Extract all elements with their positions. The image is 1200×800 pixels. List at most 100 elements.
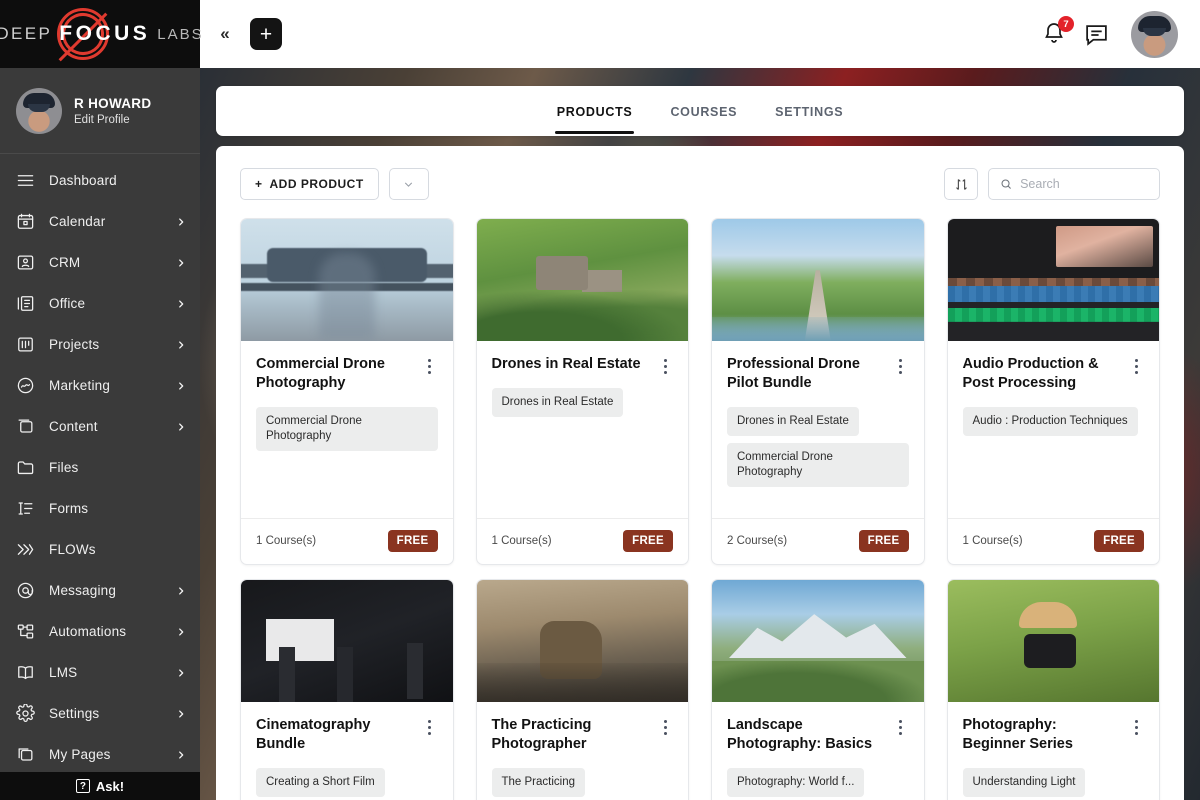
product-card-body: Landscape Photography: BasicsPhotography…	[712, 702, 924, 800]
sidebar-item-lms[interactable]: LMS	[0, 652, 200, 693]
sidebar: DEEP FOCUS LABS R HOWARD Edit Profile Da…	[0, 0, 200, 800]
products-toolbar: + ADD PRODUCT	[240, 168, 1160, 200]
product-menu-button[interactable]	[422, 357, 438, 375]
product-card[interactable]: Audio Production & Post ProcessingAudio …	[947, 218, 1161, 565]
product-tags: Creating a Short Film	[256, 768, 438, 797]
price-badge: FREE	[1094, 530, 1144, 552]
product-card[interactable]: The Practicing Photographer The Practicin…	[476, 579, 690, 800]
plus-icon: +	[255, 177, 263, 191]
calendar-icon	[16, 212, 35, 231]
forms-icon	[16, 499, 35, 518]
sidebar-item-label: Marketing	[49, 378, 162, 393]
product-card-body: Commercial Drone PhotographyCommercial D…	[241, 341, 453, 518]
sidebar-item-automations[interactable]: Automations	[0, 611, 200, 652]
sidebar-item-flows[interactable]: FLOWs	[0, 529, 200, 570]
add-product-dropdown-button[interactable]	[389, 168, 429, 200]
pages-icon	[16, 745, 35, 764]
product-card[interactable]: Cinematography Bundle Creating a Short Fi…	[240, 579, 454, 800]
sidebar-item-calendar[interactable]: Calendar	[0, 201, 200, 242]
product-tags: Commercial Drone Photography	[256, 407, 438, 451]
product-menu-button[interactable]	[422, 718, 438, 736]
product-card[interactable]: Professional Drone Pilot BundleDrones in…	[711, 218, 925, 565]
sidebar-item-forms[interactable]: Forms	[0, 488, 200, 529]
sidebar-item-dashboard[interactable]: Dashboard	[0, 160, 200, 201]
product-menu-button[interactable]	[893, 357, 909, 375]
sidebar-item-label: FLOWs	[49, 542, 186, 557]
main-area: « + 7 PRODUCTS COURSES SETTINGS	[200, 0, 1200, 800]
user-avatar[interactable]	[1131, 11, 1178, 58]
product-menu-button[interactable]	[1128, 357, 1144, 375]
sidebar-item-label: Settings	[49, 706, 162, 721]
product-card-body: The Practicing Photographer The Practicin…	[477, 702, 689, 800]
chevron-right-icon	[176, 340, 186, 350]
product-menu-button[interactable]	[893, 718, 909, 736]
product-card[interactable]: Commercial Drone PhotographyCommercial D…	[240, 218, 454, 565]
brand-logo[interactable]: DEEP FOCUS LABS	[0, 0, 200, 68]
chevron-right-icon	[176, 422, 186, 432]
product-tags: Photography: World f...	[727, 768, 909, 797]
sidebar-item-messaging[interactable]: Messaging	[0, 570, 200, 611]
product-card[interactable]: Landscape Photography: BasicsPhotography…	[711, 579, 925, 800]
sidebar-item-marketing[interactable]: Marketing	[0, 365, 200, 406]
product-card[interactable]: Drones in Real EstateDrones in Real Esta…	[476, 218, 690, 565]
tab-products[interactable]: PRODUCTS	[555, 89, 635, 133]
sidebar-item-my-pages[interactable]: My Pages	[0, 734, 200, 772]
sidebar-item-settings[interactable]: Settings	[0, 693, 200, 734]
sidebar-item-crm[interactable]: CRM	[0, 242, 200, 283]
course-count: 1 Course(s)	[256, 535, 316, 547]
search-box[interactable]	[988, 168, 1160, 200]
megaphone-icon	[16, 376, 35, 395]
edit-profile-link[interactable]: Edit Profile	[74, 114, 151, 126]
chevron-right-icon	[176, 299, 186, 309]
notification-badge: 7	[1058, 16, 1074, 32]
folder-icon	[16, 458, 35, 477]
product-card-header: The Practicing Photographer	[492, 716, 674, 755]
sidebar-item-label: CRM	[49, 255, 162, 270]
ask-button[interactable]: ? Ask!	[0, 772, 200, 800]
sidebar-item-files[interactable]: Files	[0, 447, 200, 488]
collapse-sidebar-icon[interactable]: «	[212, 21, 238, 47]
sidebar-item-office[interactable]: Office	[0, 283, 200, 324]
add-product-button[interactable]: + ADD PRODUCT	[240, 168, 379, 200]
product-title: Cinematography Bundle	[256, 716, 414, 755]
app-root: DEEP FOCUS LABS R HOWARD Edit Profile Da…	[0, 0, 1200, 800]
sidebar-profile[interactable]: R HOWARD Edit Profile	[0, 68, 200, 154]
sort-button[interactable]	[944, 168, 978, 200]
product-card-body: Cinematography Bundle Creating a Short Fi…	[241, 702, 453, 800]
sidebar-item-content[interactable]: Content	[0, 406, 200, 447]
chevron-right-icon	[176, 258, 186, 268]
product-menu-button[interactable]	[1128, 718, 1144, 736]
contact-card-icon	[16, 253, 35, 272]
product-thumbnail	[241, 219, 453, 341]
product-title: Photography: Beginner Series	[963, 716, 1121, 755]
product-thumbnail	[712, 219, 924, 341]
tab-courses[interactable]: COURSES	[668, 89, 739, 133]
content-icon	[16, 417, 35, 436]
product-card-footer: 1 Course(s)FREE	[241, 518, 453, 564]
sidebar-item-label: Automations	[49, 624, 162, 639]
product-thumbnail	[712, 580, 924, 702]
product-menu-button[interactable]	[657, 357, 673, 375]
product-card[interactable]: Photography: Beginner SeriesUnderstandin…	[947, 579, 1161, 800]
product-tags: Drones in Real EstateCommercial Drone Ph…	[727, 407, 909, 488]
product-card-footer: 2 Course(s)FREE	[712, 518, 924, 564]
sidebar-item-projects[interactable]: Projects	[0, 324, 200, 365]
product-course-tag: Photography: World f...	[727, 768, 864, 797]
product-card-header: Audio Production & Post Processing	[963, 355, 1145, 394]
search-icon	[1000, 177, 1012, 191]
brand-suffix: LABS	[157, 26, 203, 43]
chevron-right-icon	[176, 627, 186, 637]
search-input[interactable]	[1020, 177, 1148, 191]
notifications-button[interactable]: 7	[1042, 21, 1066, 47]
tab-settings[interactable]: SETTINGS	[773, 89, 845, 133]
product-course-tag: Commercial Drone Photography	[256, 407, 438, 451]
product-course-tag: The Practicing	[492, 768, 586, 797]
chevron-right-icon	[176, 709, 186, 719]
messages-icon[interactable]	[1084, 22, 1109, 47]
quick-add-button[interactable]: +	[250, 18, 282, 50]
product-thumbnail	[477, 219, 689, 341]
product-menu-button[interactable]	[657, 718, 673, 736]
product-thumbnail	[948, 580, 1160, 702]
sort-icon	[954, 177, 969, 192]
chevron-down-icon	[402, 178, 415, 191]
